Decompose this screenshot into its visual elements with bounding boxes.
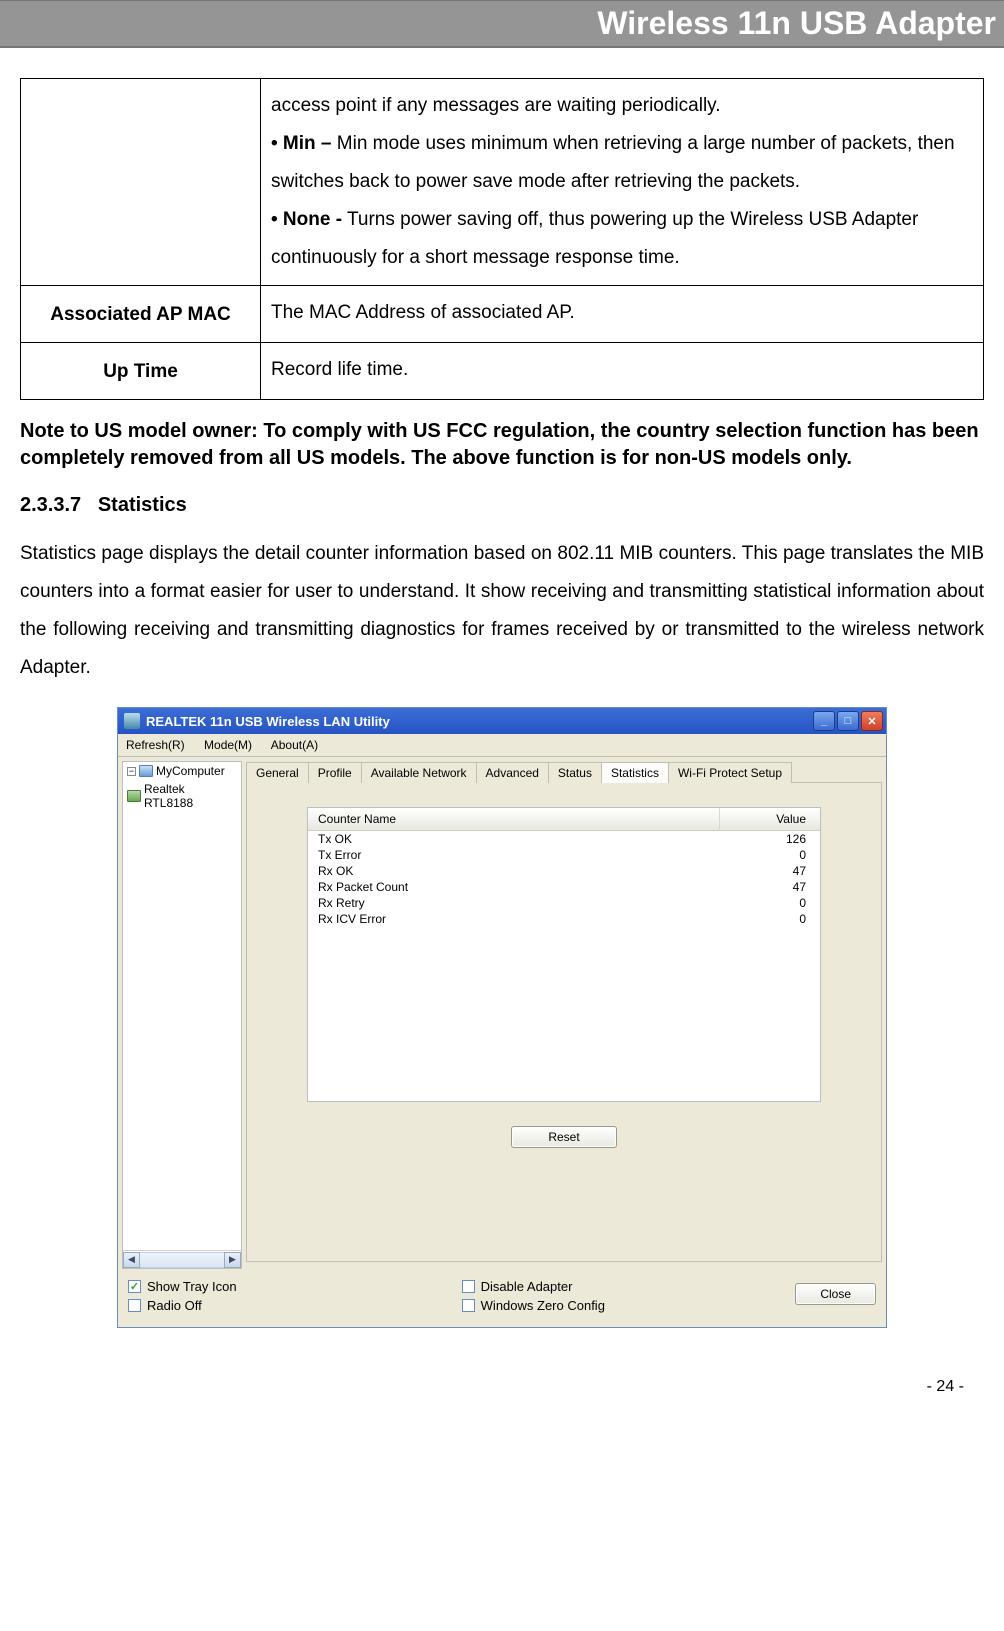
none-text: Turns power saving off, thus powering up… <box>271 209 918 268</box>
menu-refresh[interactable]: Refresh(R) <box>126 738 185 752</box>
stat-value: 0 <box>720 895 820 911</box>
reset-button[interactable]: Reset <box>511 1126 616 1148</box>
collapse-icon[interactable]: − <box>127 767 136 776</box>
window-title: REALTEK 11n USB Wireless LAN Utility <box>146 714 390 729</box>
device-tree-panel: − MyComputer Realtek RTL8188 ◀ ▶ <box>122 761 242 1269</box>
min-label: • Min – <box>271 133 332 154</box>
desc-associated-ap-mac: The MAC Address of associated AP. <box>261 286 984 343</box>
statistics-pane: Counter Name Value Tx OK126Tx Error0Rx O… <box>246 782 882 1262</box>
stat-name: Rx Packet Count <box>308 879 720 895</box>
table-cell-power-desc: access point if any messages are waiting… <box>261 79 984 286</box>
stat-name: Rx OK <box>308 863 720 879</box>
table-row[interactable]: Rx Packet Count47 <box>308 879 820 895</box>
table-row[interactable]: Tx Error0 <box>308 847 820 863</box>
term-up-time: Up Time <box>21 343 261 400</box>
document-header: Wireless 11n USB Adapter <box>0 0 1004 48</box>
tree-root-label: MyComputer <box>156 764 225 778</box>
scroll-left-icon[interactable]: ◀ <box>123 1252 140 1268</box>
bottom-options-row: ✓ Show Tray Icon Radio Off Disable Adapt… <box>118 1273 886 1327</box>
close-button[interactable]: Close <box>795 1283 876 1305</box>
label-disable-adapter: Disable Adapter <box>481 1279 573 1294</box>
table-row[interactable]: Rx ICV Error0 <box>308 911 820 927</box>
menu-mode[interactable]: Mode(M) <box>204 738 252 752</box>
tree-scrollbar[interactable]: ◀ ▶ <box>123 1250 241 1268</box>
minimize-button[interactable]: _ <box>813 711 835 731</box>
scroll-right-icon[interactable]: ▶ <box>224 1252 241 1268</box>
tab-general[interactable]: General <box>246 762 309 783</box>
term-associated-ap-mac: Associated AP MAC <box>21 286 261 343</box>
checkbox-wzc[interactable] <box>462 1299 475 1312</box>
tab-status[interactable]: Status <box>548 762 602 783</box>
tab-wps[interactable]: Wi-Fi Protect Setup <box>668 762 792 783</box>
stat-value: 0 <box>720 847 820 863</box>
tab-profile[interactable]: Profile <box>308 762 362 783</box>
compliance-note: Note to US model owner: To comply with U… <box>20 418 984 472</box>
power-desc-intro: access point if any messages are waiting… <box>271 95 721 116</box>
col-counter-name[interactable]: Counter Name <box>308 808 720 830</box>
min-text: Min mode uses minimum when retrieving a … <box>271 133 955 192</box>
checkbox-show-tray[interactable]: ✓ <box>128 1280 141 1293</box>
section-number: 2.3.3.7 <box>20 494 81 516</box>
stat-value: 47 <box>720 863 820 879</box>
tab-advanced[interactable]: Advanced <box>476 762 549 783</box>
app-icon <box>124 713 140 729</box>
table-row[interactable]: Rx Retry0 <box>308 895 820 911</box>
statistics-paragraph: Statistics page displays the detail coun… <box>20 535 984 687</box>
label-show-tray: Show Tray Icon <box>147 1279 237 1294</box>
col-value[interactable]: Value <box>720 808 820 830</box>
maximize-button[interactable]: □ <box>837 711 859 731</box>
scroll-track[interactable] <box>140 1252 224 1268</box>
section-heading: 2.3.3.7 Statistics <box>20 494 984 517</box>
tab-available-network[interactable]: Available Network <box>361 762 477 783</box>
stat-name: Tx Error <box>308 847 720 863</box>
stats-table-header[interactable]: Counter Name Value <box>308 808 820 831</box>
label-wzc: Windows Zero Config <box>481 1298 605 1313</box>
menu-about[interactable]: About(A) <box>271 738 318 752</box>
statistics-table: Counter Name Value Tx OK126Tx Error0Rx O… <box>307 807 821 1102</box>
none-label: • None - <box>271 209 342 230</box>
table-row[interactable]: Rx OK47 <box>308 863 820 879</box>
tree-child-label: Realtek RTL8188 <box>144 782 237 810</box>
stat-name: Tx OK <box>308 831 720 847</box>
window-titlebar[interactable]: REALTEK 11n USB Wireless LAN Utility _ □… <box>118 708 886 734</box>
tree-root[interactable]: − MyComputer <box>123 762 241 780</box>
checkbox-radio-off[interactable] <box>128 1299 141 1312</box>
stat-name: Rx Retry <box>308 895 720 911</box>
stat-value: 126 <box>720 831 820 847</box>
label-radio-off: Radio Off <box>147 1298 202 1313</box>
table-cell-empty <box>21 79 261 286</box>
definition-table: access point if any messages are waiting… <box>20 78 984 400</box>
checkbox-disable-adapter[interactable] <box>462 1280 475 1293</box>
stat-value: 0 <box>720 911 820 927</box>
tree-child[interactable]: Realtek RTL8188 <box>123 780 241 812</box>
stat-name: Rx ICV Error <box>308 911 720 927</box>
adapter-icon <box>127 790 141 802</box>
stat-value: 47 <box>720 879 820 895</box>
app-window: REALTEK 11n USB Wireless LAN Utility _ □… <box>117 707 887 1328</box>
page-number: - 24 - <box>0 1378 1004 1396</box>
desc-up-time: Record life time. <box>261 343 984 400</box>
table-row[interactable]: Tx OK126 <box>308 831 820 847</box>
menu-bar: Refresh(R) Mode(M) About(A) <box>118 734 886 757</box>
tab-statistics[interactable]: Statistics <box>601 762 669 783</box>
computer-icon <box>139 765 153 777</box>
close-window-button[interactable]: ✕ <box>861 711 883 731</box>
section-title: Statistics <box>98 494 187 516</box>
